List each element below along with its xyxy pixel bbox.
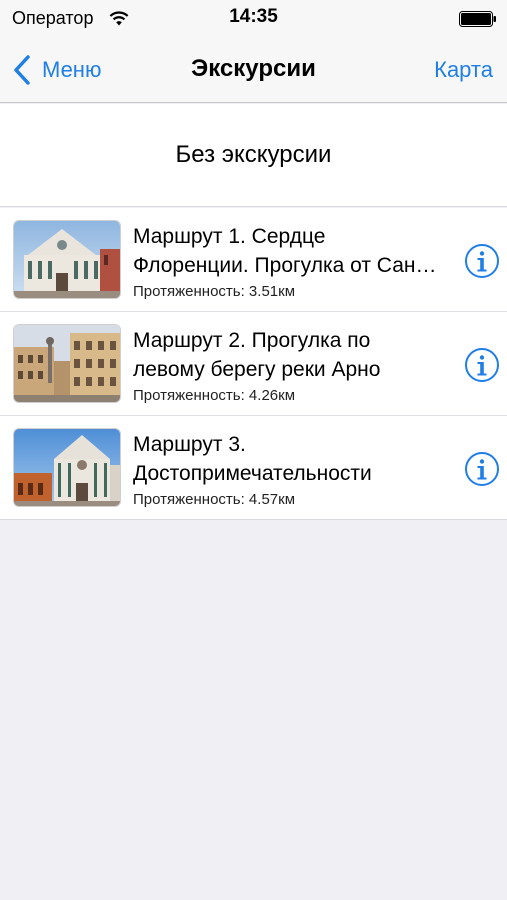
route-thumbnail: [13, 220, 121, 299]
info-icon[interactable]: [464, 347, 500, 383]
route-length: Протяженность: 3.51км: [133, 283, 296, 300]
info-icon[interactable]: [464, 451, 500, 487]
basilica-image: [14, 429, 120, 506]
route-row[interactable]: Маршрут 1. Сердце Флоренции. Прогулка от…: [0, 208, 507, 312]
route-title: Маршрут 3. Достопримечательности: [133, 433, 372, 485]
route-thumbnail: [13, 428, 121, 507]
route-list: Маршрут 1. Сердце Флоренции. Прогулка от…: [0, 208, 507, 520]
no-tour-option[interactable]: Без экскурсии: [0, 104, 507, 207]
church-facade-image: [14, 221, 120, 298]
route-length: Протяженность: 4.57км: [133, 491, 296, 508]
map-button[interactable]: Карта: [434, 57, 493, 83]
battery-icon: [459, 11, 496, 27]
clock: 14:35: [229, 6, 278, 27]
route-thumbnail: [13, 324, 121, 403]
route-row[interactable]: Маршрут 3. Достопримечательности Протяже…: [0, 416, 507, 520]
info-icon[interactable]: [464, 243, 500, 279]
piazza-image: [14, 325, 120, 402]
status-bar: Оператор 14:35: [0, 0, 507, 38]
route-title: Маршрут 1. Сердце Флоренции. Прогулка от…: [133, 225, 437, 277]
navigation-bar: Меню Экскурсии Карта: [0, 38, 507, 102]
route-row[interactable]: Маршрут 2. Прогулка по левому берегу рек…: [0, 312, 507, 416]
route-title: Маршрут 2. Прогулка по левому берегу рек…: [133, 329, 381, 381]
top-bar: Оператор 14:35 Меню Экскурсии Карта: [0, 0, 507, 103]
route-length: Протяженность: 4.26км: [133, 387, 296, 404]
page-title: Экскурсии: [191, 55, 316, 82]
